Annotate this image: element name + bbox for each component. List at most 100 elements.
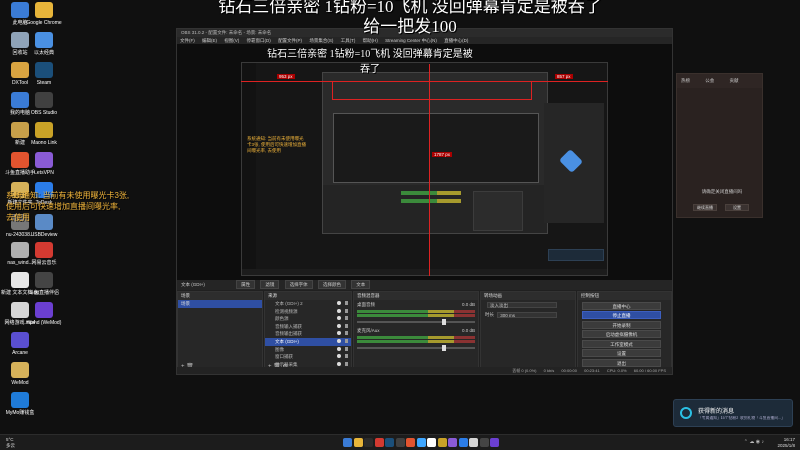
desktop-icon[interactable]: 网易云音乐 <box>22 242 66 266</box>
desktop-icon-label: 网易云音乐 <box>31 260 57 266</box>
select-font-button[interactable]: 选择字体 <box>284 280 313 289</box>
fader-handle[interactable] <box>441 345 446 351</box>
control-button[interactable]: 退出 <box>582 358 661 367</box>
taskbar-app-icon[interactable] <box>395 438 405 447</box>
visibility-eye-icon[interactable] <box>337 361 341 366</box>
source-item[interactable]: 检测视频源 <box>265 308 351 316</box>
visibility-eye-icon[interactable] <box>337 323 341 328</box>
desktop-icon[interactable]: WeMod <box>0 362 42 386</box>
source-item[interactable]: 文本 (GDI+) <box>265 337 351 346</box>
select-color-button[interactable]: 选择颜色 <box>317 280 346 289</box>
menu-help[interactable]: 帮助(H) <box>363 38 378 43</box>
menu-view[interactable]: 视图(V) <box>224 38 239 43</box>
control-button[interactable]: 直播中心 <box>582 301 661 310</box>
menu-live-center[interactable]: 直播中心(D) <box>444 38 468 43</box>
lock-icon[interactable] <box>345 308 348 313</box>
notification-toast[interactable]: 获得新的消息 「专属通知」【5个钻粉】收到礼物「斗鱼直播间...」 <box>673 399 793 427</box>
taskbar-app-icon[interactable] <box>469 438 478 447</box>
menu-scene-collection[interactable]: 场景集合(S) <box>309 38 333 43</box>
fader-handle[interactable] <box>441 319 446 325</box>
volume-fader[interactable] <box>357 345 475 351</box>
lock-icon[interactable] <box>345 316 348 321</box>
desktop-icon[interactable]: Maono Link <box>22 122 66 146</box>
menu-docks[interactable]: 停靠窗口(D) <box>247 38 271 43</box>
tab-hot[interactable]: 热榜 <box>681 78 690 83</box>
taskbar-app-icon[interactable] <box>479 438 489 447</box>
desktop-icon[interactable]: Arcane <box>0 332 42 356</box>
lock-icon[interactable] <box>345 323 348 328</box>
lock-icon[interactable] <box>345 301 348 305</box>
taskbar-app-icon[interactable] <box>374 438 384 447</box>
desktop-icon[interactable]: OBS Studio <box>22 92 66 116</box>
menu-profile[interactable]: 配置文件(P) <box>278 38 302 43</box>
taskbar-app-icon[interactable] <box>406 438 415 447</box>
desktop-icon[interactable]: Google Chrome <box>22 2 66 26</box>
visibility-eye-icon[interactable] <box>337 354 341 359</box>
source-item[interactable]: 窗口捕获 <box>265 353 351 361</box>
weather-widget[interactable]: 5°C 多云 <box>6 437 15 448</box>
control-button[interactable]: 设置 <box>582 349 661 357</box>
taskbar-app-icon[interactable] <box>343 438 352 447</box>
desktop-icon[interactable]: Wand (WeMod) <box>22 302 66 326</box>
control-button[interactable]: 停止直播 <box>582 311 661 319</box>
desktop-icon[interactable]: MyMo赚钱盒 <box>0 392 42 416</box>
lock-icon[interactable] <box>345 361 348 366</box>
menu-file[interactable]: 文件(F) <box>180 38 195 43</box>
visibility-eye-icon[interactable] <box>337 316 341 321</box>
taskbar-app-icon[interactable] <box>448 438 457 447</box>
volume-fader[interactable] <box>357 319 475 325</box>
lock-icon[interactable] <box>345 331 348 336</box>
menu-tools[interactable]: 工具(T) <box>341 38 356 43</box>
lock-icon[interactable] <box>345 346 348 351</box>
menu-streaming-center[interactable]: Streaming Center 中心(N) <box>385 38 437 43</box>
source-item[interactable]: 文本 (GDI+) 2 <box>265 300 351 308</box>
taskbar-app-icon[interactable] <box>437 438 447 447</box>
desktop-icon[interactable]: LetsVPN <box>22 152 66 176</box>
desktop-icon[interactable]: 以太经典 <box>22 32 66 56</box>
menu-edit[interactable]: 编辑(E) <box>202 38 217 43</box>
taskbar-app-icon[interactable] <box>427 438 436 447</box>
taskbar-app-icon[interactable] <box>385 438 394 447</box>
taskbar-app-icon[interactable] <box>458 438 468 447</box>
taskbar-app-icon[interactable] <box>353 438 363 447</box>
visibility-eye-icon[interactable] <box>337 301 341 305</box>
desktop-icon-label: MyMo赚钱盒 <box>5 410 35 416</box>
control-button[interactable]: 工作室模式 <box>582 339 661 348</box>
preview-canvas[interactable]: 钻石三倍亲密 1钻粉=10飞机 没回弹幕肯定是被吞了 系统通知: 当前有未使用曝… <box>177 44 672 280</box>
properties-button[interactable]: 属性 <box>236 280 256 289</box>
taskbar-app-icon[interactable] <box>364 438 373 447</box>
tab-guild[interactable]: 公会 <box>705 78 714 83</box>
controls-list: 直播中心 停止直播 开始录制 启动虚拟摄像机 工作室模式 设置 退出 <box>578 301 671 367</box>
source-item[interactable]: 音频输入捕获 <box>265 323 351 331</box>
control-button[interactable]: 开始录制 <box>582 320 661 329</box>
filters-button[interactable]: 滤镜 <box>260 280 280 289</box>
app-icon <box>11 332 29 348</box>
visibility-eye-icon[interactable] <box>337 346 341 351</box>
lock-icon[interactable] <box>345 338 348 343</box>
volume-meter <box>357 340 475 343</box>
continue-live-button[interactable]: 继续直播 <box>693 204 717 211</box>
visibility-eye-icon[interactable] <box>337 308 341 313</box>
desktop-icon[interactable]: Steam <box>22 62 66 86</box>
tab-contribution[interactable]: 贡献 <box>730 78 739 83</box>
scene-item[interactable]: 场景 <box>178 300 262 308</box>
taskbar-app-icon[interactable] <box>416 438 426 447</box>
clock[interactable]: 16:17 2025/1/8 <box>777 437 795 448</box>
visibility-eye-icon[interactable] <box>337 331 341 336</box>
text-button[interactable]: 文本 <box>351 280 371 289</box>
taskbar-app-icon[interactable] <box>490 438 499 447</box>
control-button[interactable]: 启动虚拟摄像机 <box>582 330 661 338</box>
system-tray[interactable]: ⌃ ☁ ◉ ♪ <box>744 439 764 445</box>
lock-icon[interactable] <box>345 354 348 359</box>
visibility-eye-icon[interactable] <box>337 338 341 343</box>
dropped-frames: 丢帧 0 (0.0%) <box>512 368 537 373</box>
channel-level: 0.0 dB <box>461 302 475 307</box>
duration-input[interactable]: 300 ms <box>497 312 558 318</box>
transition-type-select[interactable]: 淡入淡出 <box>487 302 557 308</box>
source-label: 音频输出捕获 <box>275 331 302 337</box>
source-item[interactable]: 图像 <box>265 346 351 354</box>
settings-button[interactable]: 设置 <box>725 204 749 211</box>
source-item[interactable]: 音频输出捕获 <box>265 330 351 338</box>
desktop-icon[interactable]: 斗鱼直播伴侣 <box>22 272 66 296</box>
source-item[interactable]: 颜色源 <box>265 315 351 323</box>
